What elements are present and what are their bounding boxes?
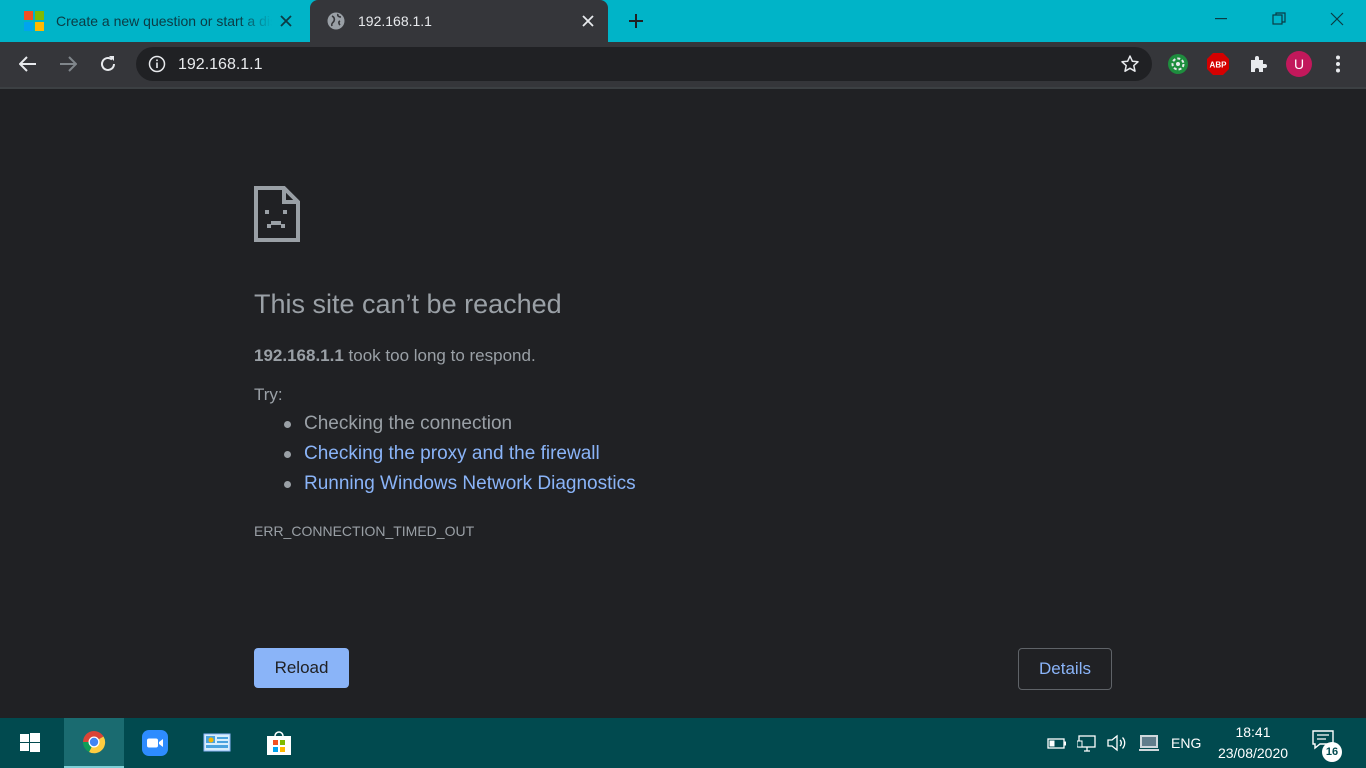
minimize-button[interactable]	[1192, 0, 1250, 38]
display-icon[interactable]	[1138, 733, 1160, 753]
puzzle-icon	[1251, 56, 1267, 72]
adblock-plus-icon: ABP	[1207, 53, 1229, 75]
new-tab-button[interactable]	[622, 7, 650, 35]
forward-button[interactable]	[53, 49, 83, 79]
taskbar-store[interactable]	[249, 718, 309, 768]
close-window-button[interactable]	[1308, 0, 1366, 38]
extension-gear-icon	[1168, 54, 1188, 74]
notification-count-badge: 16	[1322, 742, 1342, 762]
volume-icon[interactable]	[1106, 733, 1128, 753]
restore-icon	[1272, 12, 1286, 25]
network-icon[interactable]	[1077, 733, 1099, 753]
suggestion-check-connection: Checking the connection	[284, 412, 636, 442]
microsoft-logo-icon	[24, 11, 44, 31]
error-host: 192.168.1.1	[254, 346, 344, 365]
battery-icon[interactable]	[1046, 733, 1068, 753]
profile-avatar[interactable]: U	[1285, 50, 1313, 78]
action-center-button[interactable]: 16	[1312, 730, 1342, 762]
clock-time: 18:41	[1235, 724, 1271, 740]
adblock-plus-button[interactable]: ABP	[1206, 52, 1230, 76]
start-button[interactable]	[0, 718, 60, 768]
tab-title: 192.168.1.1	[358, 13, 432, 29]
chrome-icon	[82, 731, 106, 754]
menu-button[interactable]	[1326, 52, 1350, 76]
url-text[interactable]: 192.168.1.1	[178, 56, 263, 74]
minimize-icon	[1215, 18, 1227, 20]
control-panel-icon	[203, 733, 231, 752]
close-icon	[1330, 12, 1344, 26]
reload-toolbar-button[interactable]	[93, 49, 123, 79]
language-indicator[interactable]: ENG	[1171, 735, 1201, 751]
error-code: ERR_CONNECTION_TIMED_OUT	[254, 523, 475, 539]
tab-strip: Create a new question or start a discuss…	[0, 0, 1366, 42]
avatar-initial: U	[1294, 56, 1304, 72]
error-message: 192.168.1.1 took too long to respond.	[254, 346, 536, 366]
microsoft-store-icon	[267, 731, 291, 755]
tab-create-question[interactable]: Create a new question or start a discuss…	[0, 0, 306, 42]
info-icon[interactable]	[148, 55, 166, 73]
system-clock[interactable]: 18:41 23/08/2020	[1208, 722, 1298, 764]
details-button[interactable]: Details	[1018, 648, 1112, 690]
error-heading: This site can’t be reached	[254, 289, 562, 319]
back-button[interactable]	[13, 49, 43, 79]
suggestion-list: Checking the connection Checking the pro…	[284, 412, 636, 502]
restore-button[interactable]	[1250, 0, 1308, 38]
clock-date: 23/08/2020	[1217, 745, 1289, 761]
extensions-button[interactable]	[1246, 52, 1270, 76]
taskbar-zoom[interactable]	[125, 718, 185, 768]
taskbar-chrome[interactable]	[64, 718, 124, 768]
arrow-right-icon	[60, 56, 77, 72]
close-tab-icon[interactable]	[272, 7, 300, 35]
close-tab-icon[interactable]	[574, 7, 602, 35]
avatar-icon: U	[1286, 51, 1312, 77]
browser-toolbar: 192.168.1.1 ABP U	[0, 42, 1366, 87]
sad-page-icon	[254, 186, 300, 242]
toolbar-divider	[0, 87, 1366, 89]
globe-icon	[327, 12, 345, 30]
abp-label: ABP	[1210, 61, 1228, 70]
windows-start-icon	[20, 733, 40, 752]
suggestion-proxy-firewall-link[interactable]: Checking the proxy and the firewall	[284, 442, 636, 472]
zoom-icon	[142, 730, 168, 756]
extension-green-button[interactable]	[1166, 52, 1190, 76]
windows-taskbar: ENG 18:41 23/08/2020 16	[0, 718, 1366, 768]
kebab-menu-icon	[1336, 55, 1340, 73]
bookmark-star-icon[interactable]	[1120, 54, 1140, 74]
error-message-text: took too long to respond.	[343, 346, 536, 365]
reload-button[interactable]: Reload	[254, 648, 349, 688]
suggestion-network-diagnostics-link[interactable]: Running Windows Network Diagnostics	[284, 472, 636, 502]
tab-router[interactable]: 192.168.1.1	[310, 0, 608, 42]
try-label: Try:	[254, 385, 283, 404]
refresh-icon	[101, 56, 115, 71]
tab-title: Create a new question or start a discuss…	[56, 13, 272, 29]
arrow-left-icon	[19, 56, 36, 72]
address-bar[interactable]: 192.168.1.1	[136, 47, 1152, 81]
plus-icon	[629, 14, 643, 28]
taskbar-control-panel[interactable]	[187, 718, 247, 768]
